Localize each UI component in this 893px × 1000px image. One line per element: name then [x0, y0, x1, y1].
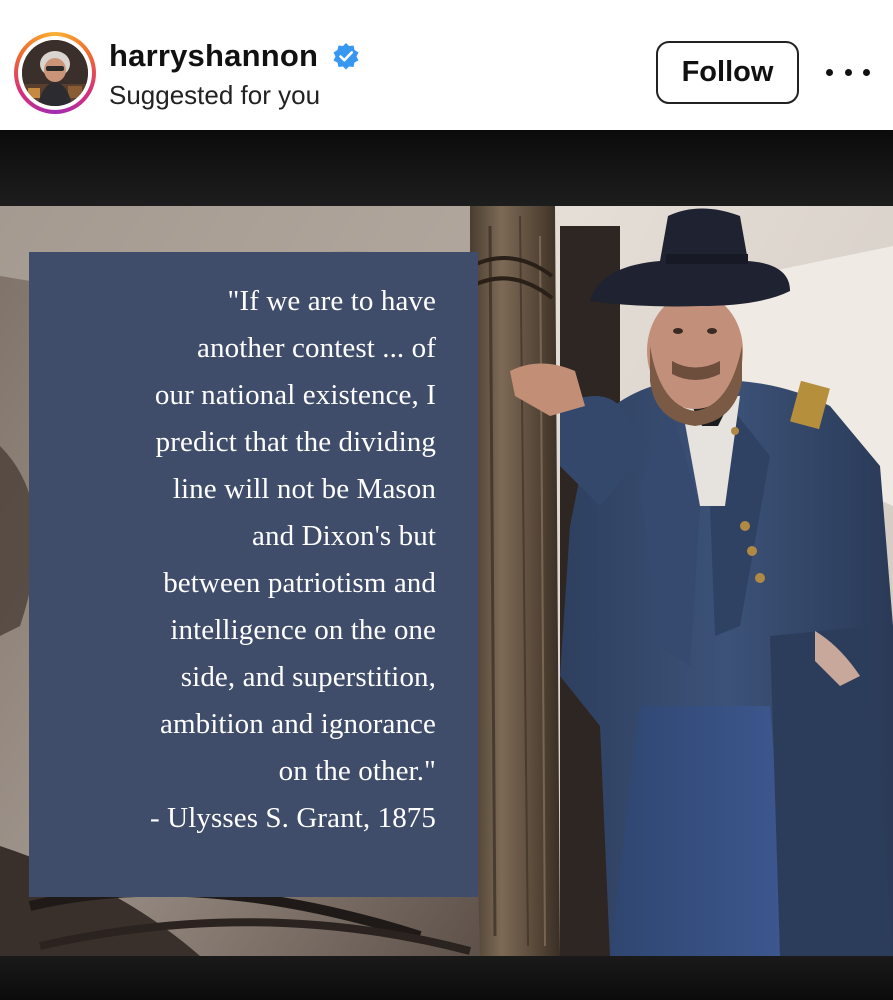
quote-line: another contest ... of: [197, 332, 436, 364]
quote-line: on the other.": [278, 755, 436, 787]
quote-line: "If we are to have: [227, 285, 436, 317]
post-header: harryshannon Suggested for you Follow: [0, 0, 893, 130]
quote-line: ambition and ignorance: [159, 708, 436, 740]
avatar-photo-icon: [22, 40, 88, 106]
quote-line: predict that the dividing: [155, 426, 436, 458]
username-link[interactable]: harryshannon: [109, 38, 318, 74]
quote-line: our national existence, I: [154, 379, 436, 411]
more-options-icon[interactable]: [826, 60, 870, 84]
quote-attribution: - Ulysses S. Grant, 1875: [150, 802, 436, 834]
quote-line: and Dixon's but: [252, 520, 436, 552]
quote-line: intelligence on the one: [170, 614, 436, 646]
quote-line: line will not be Mason: [172, 473, 436, 505]
post-image[interactable]: "If we are to have another contest ... o…: [0, 130, 893, 1000]
avatar[interactable]: [22, 40, 88, 106]
story-ring[interactable]: [14, 32, 96, 114]
quote-line: between patriotism and: [163, 567, 436, 599]
image-top-band: [0, 130, 893, 206]
verified-badge-icon: [333, 43, 359, 70]
quote-line: side, and superstition,: [180, 661, 436, 693]
follow-button[interactable]: Follow: [656, 41, 799, 104]
suggested-label: Suggested for you: [109, 80, 321, 110]
image-bottom-band: [0, 956, 893, 1000]
quote-panel: "If we are to have another contest ... o…: [29, 252, 478, 897]
